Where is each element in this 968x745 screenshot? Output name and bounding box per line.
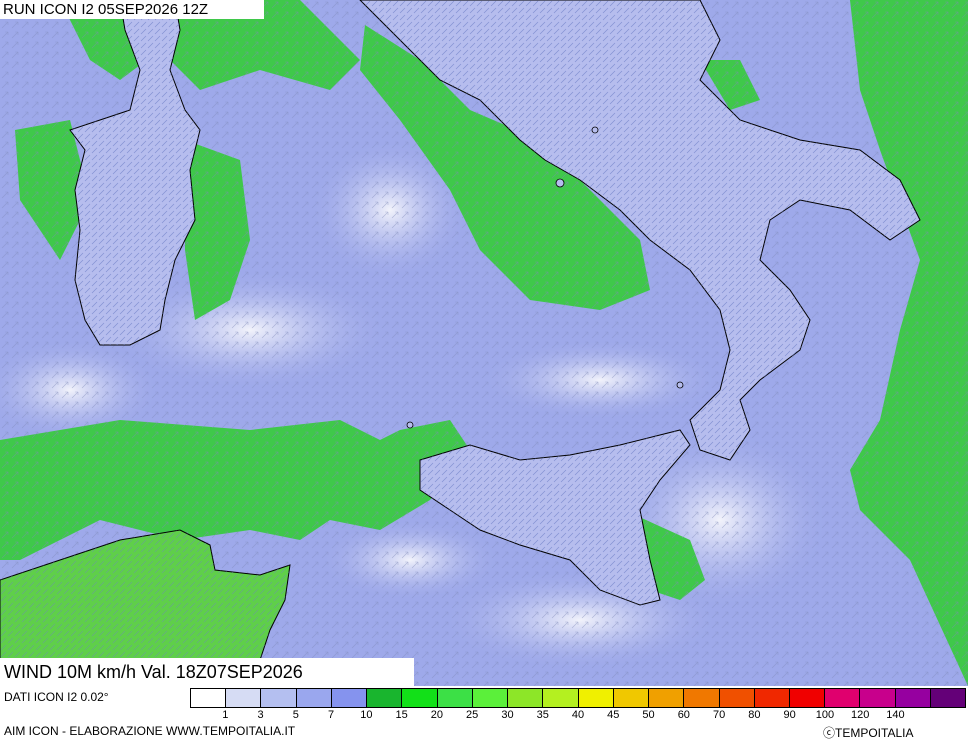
scale-tick-label: 35: [536, 709, 549, 721]
color-swatch: [825, 689, 861, 707]
source-label: DATI ICON I2 0.02°: [4, 690, 109, 704]
color-swatch: [261, 689, 297, 707]
color-swatch: [578, 689, 614, 707]
scale-tick-label: 80: [748, 709, 761, 721]
scale-tick-label: 7: [328, 709, 335, 721]
wind-map: [0, 0, 968, 686]
color-swatch: [472, 689, 509, 707]
color-swatch: [719, 689, 755, 707]
scale-tick-label: 100: [815, 709, 835, 721]
color-swatch: [191, 689, 227, 707]
color-swatch: [930, 689, 966, 707]
color-swatch: [543, 689, 579, 707]
color-swatch: [613, 689, 650, 707]
scale-tick-label: 5: [292, 709, 299, 721]
color-swatch: [331, 689, 368, 707]
variable-label: WIND 10M km/h Val. 18Z07SEP2026: [0, 658, 414, 686]
run-label: RUN ICON I2 05SEP2026 12Z: [0, 0, 264, 19]
color-swatch: [437, 689, 473, 707]
scale-tick-label: 10: [360, 709, 373, 721]
scale-tick-label: 45: [607, 709, 620, 721]
color-swatch: [684, 689, 720, 707]
color-swatch: [754, 689, 790, 707]
scale-tick-label: 140: [886, 709, 905, 721]
island: [406, 421, 414, 429]
color-swatch: [367, 689, 403, 707]
color-swatch: [860, 689, 896, 707]
brand-label: ⓒTEMPOITALIA: [823, 726, 914, 740]
island: [676, 381, 684, 389]
scale-tick-label: 120: [850, 709, 870, 721]
scale-tick-label: 40: [571, 709, 585, 721]
scale-tick-label: 20: [430, 709, 444, 721]
color-swatch: [296, 689, 332, 707]
color-swatch: [508, 689, 544, 707]
credit-label: AIM ICON - ELABORAZIONE WWW.TEMPOITALIA.…: [4, 724, 296, 738]
scale-tick-label: 90: [783, 709, 796, 721]
color-swatch: [402, 689, 438, 707]
color-swatch: [649, 689, 685, 707]
color-scale: [190, 688, 966, 708]
scale-tick-label: 15: [395, 709, 408, 721]
color-swatch: [895, 689, 931, 707]
scale-tick-label: 3: [257, 709, 264, 721]
color-swatch: [226, 689, 262, 707]
scale-tick-label: 1: [222, 709, 229, 721]
scale-tick-label: 25: [466, 709, 479, 721]
island: [591, 126, 599, 134]
island: [555, 178, 565, 188]
scale-tick-label: 50: [642, 709, 655, 721]
scale-tick-label: 60: [677, 709, 690, 721]
scale-tick-label: 70: [712, 709, 726, 721]
color-swatch: [789, 689, 826, 707]
scale-tick-label: 30: [501, 709, 514, 721]
